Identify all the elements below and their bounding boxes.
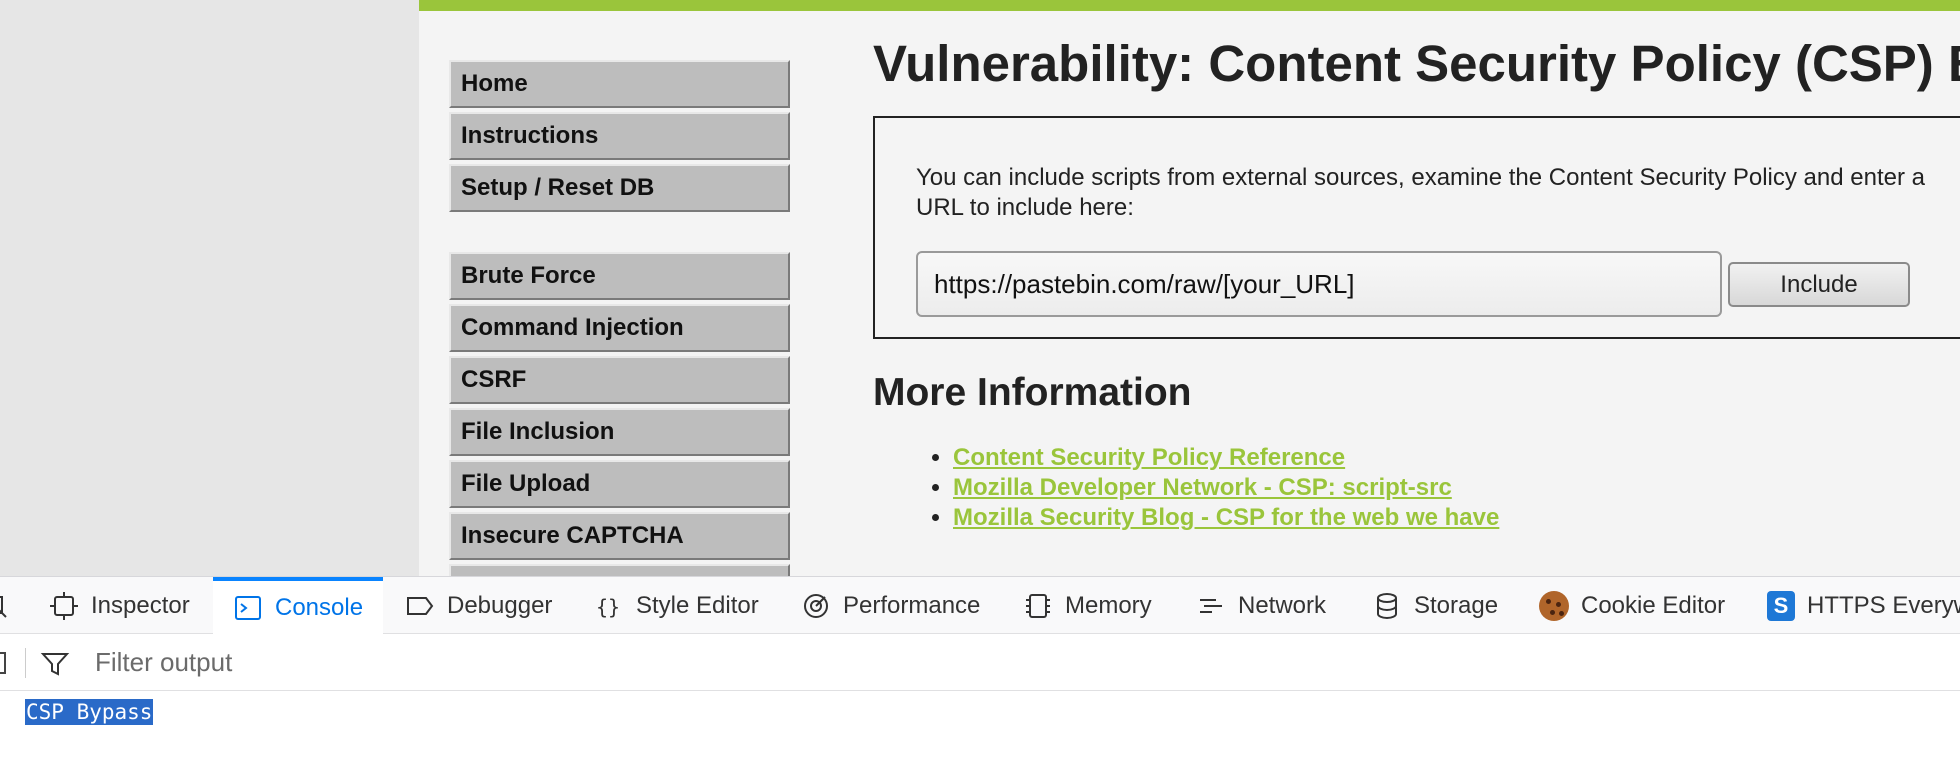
clear-console-icon[interactable] xyxy=(0,652,6,674)
link-mozilla-security-blog[interactable]: Mozilla Security Blog - CSP for the web … xyxy=(953,504,1499,531)
tab-label: Performance xyxy=(843,592,981,619)
menu-gap xyxy=(449,216,790,252)
menu-item-file-inclusion[interactable]: File Inclusion xyxy=(449,408,790,456)
tab-inspector[interactable]: Inspector xyxy=(49,577,190,635)
tab-label: Memory xyxy=(1065,592,1152,619)
vulnerability-box: You can include scripts from external so… xyxy=(873,116,1960,339)
more-information-heading: More Information xyxy=(873,371,1192,414)
list-item: Content Security Policy Reference xyxy=(953,443,1499,473)
menu-item-setup-reset-db[interactable]: Setup / Reset DB xyxy=(449,164,790,212)
menu-item-partial[interactable] xyxy=(449,564,790,576)
left-gutter xyxy=(0,0,419,576)
menu-item-instructions[interactable]: Instructions xyxy=(449,112,790,160)
header-accent-bar xyxy=(419,0,1960,11)
performance-icon xyxy=(804,594,828,618)
menu-item-csrf[interactable]: CSRF xyxy=(449,356,790,404)
tab-style-editor[interactable]: {} Style Editor xyxy=(594,577,759,635)
network-icon xyxy=(1200,599,1222,613)
tab-label: Network xyxy=(1238,592,1327,619)
devtools-tabbar: Inspector Console Debugger {} Style Edit… xyxy=(0,576,1960,635)
tab-label: Style Editor xyxy=(636,592,759,619)
menu-item-insecure-captcha[interactable]: Insecure CAPTCHA xyxy=(449,512,790,560)
inspector-icon xyxy=(50,592,78,620)
memory-icon xyxy=(1026,594,1050,618)
list-item: Mozilla Security Blog - CSP for the web … xyxy=(953,503,1499,533)
menu-item-file-upload[interactable]: File Upload xyxy=(449,460,790,508)
tab-network[interactable]: Network xyxy=(1196,577,1326,635)
console-log-message: CSP Bypass xyxy=(25,699,154,725)
tab-cookie-editor[interactable]: Cookie Editor xyxy=(1539,577,1725,635)
tab-memory[interactable]: Memory xyxy=(1023,577,1152,635)
tab-console[interactable]: Console xyxy=(213,577,384,635)
svg-text:{}: {} xyxy=(596,595,620,619)
tab-label: Storage xyxy=(1414,592,1499,619)
filter-output-input[interactable] xyxy=(95,642,795,682)
tab-performance[interactable]: Performance xyxy=(801,577,980,635)
cookie-icon xyxy=(1539,591,1569,621)
devtools-panel: Inspector Console Debugger {} Style Edit… xyxy=(0,576,1960,768)
sidebar-menu: Home Instructions Setup / Reset DB Brute… xyxy=(449,60,790,576)
filter-icon xyxy=(40,653,70,676)
link-csp-reference[interactable]: Content Security Policy Reference xyxy=(953,444,1345,471)
storage-icon xyxy=(1377,593,1397,620)
list-item: Mozilla Developer Network - CSP: script-… xyxy=(953,473,1499,503)
console-filter-bar xyxy=(0,634,1960,691)
menu-item-brute-force[interactable]: Brute Force xyxy=(449,252,790,300)
debugger-icon xyxy=(407,597,434,615)
more-information-links: Content Security Policy Reference Mozill… xyxy=(953,443,1499,533)
tab-label: Debugger xyxy=(447,592,553,619)
tab-https-everywhere[interactable]: S HTTPS Everywhere xyxy=(1767,577,1960,635)
dvwa-page: Home Instructions Setup / Reset DB Brute… xyxy=(0,0,1960,576)
vulnerability-description: You can include scripts from external so… xyxy=(916,164,1925,221)
page-title: Vulnerability: Content Security Policy (… xyxy=(873,35,1960,92)
include-url-input[interactable] xyxy=(916,251,1722,317)
https-everywhere-icon: S xyxy=(1767,591,1795,621)
tab-partial-left[interactable] xyxy=(0,577,22,635)
tab-label: Console xyxy=(275,594,364,621)
link-mdn-csp-script-src[interactable]: Mozilla Developer Network - CSP: script-… xyxy=(953,474,1452,501)
toolbar-separator xyxy=(25,648,26,678)
tab-storage[interactable]: Storage xyxy=(1372,577,1498,635)
pick-element-icon xyxy=(0,596,7,618)
tab-debugger[interactable]: Debugger xyxy=(405,577,552,635)
include-button[interactable]: Include xyxy=(1728,262,1910,307)
menu-item-command-injection[interactable]: Command Injection xyxy=(449,304,790,352)
tab-label: HTTPS Everywhere xyxy=(1807,592,1960,619)
tab-label: Cookie Editor xyxy=(1581,592,1726,619)
menu-item-home[interactable]: Home xyxy=(449,60,790,108)
tab-label: Inspector xyxy=(91,592,190,619)
style-editor-icon: {} xyxy=(596,595,620,619)
console-icon xyxy=(235,596,261,620)
